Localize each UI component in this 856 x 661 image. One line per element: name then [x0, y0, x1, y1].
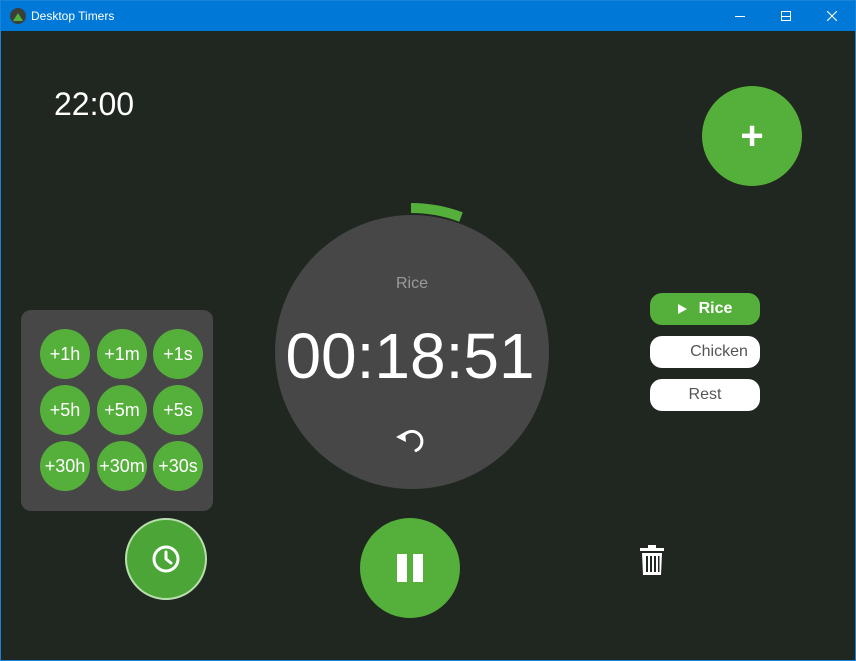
app-window: Desktop Timers 22:00 + Rice 00:18:51 +1h… [0, 0, 856, 661]
add-5h-button[interactable]: +5h [40, 385, 90, 435]
timer-name: Rice [395, 275, 428, 292]
add-5m-button[interactable]: +5m [97, 385, 147, 435]
add-1h-button[interactable]: +1h [40, 329, 90, 379]
add-1s-button[interactable]: +1s [153, 329, 203, 379]
timer-remaining: 00:18:51 [285, 320, 535, 392]
add-1m-button[interactable]: +1m [97, 329, 147, 379]
alarm-button[interactable] [125, 518, 207, 600]
window-title: Desktop Timers [31, 9, 115, 23]
maximize-button[interactable] [763, 1, 809, 31]
add-30h-button[interactable]: +30h [40, 441, 90, 491]
timer-tab-chicken[interactable]: Chicken [650, 336, 760, 368]
app-icon [10, 8, 26, 24]
timer-tab-rest[interactable]: Rest [650, 379, 760, 411]
current-time: 22:00 [54, 86, 135, 122]
timer-tab-rice[interactable]: Rice [650, 293, 760, 325]
timer-tab-label: Chicken [690, 343, 748, 360]
close-button[interactable] [809, 1, 855, 31]
clock-icon [152, 545, 180, 573]
add-timer-button[interactable]: + [702, 86, 802, 186]
minimize-icon [735, 16, 745, 17]
play-icon [677, 304, 687, 314]
delete-timer-button[interactable] [639, 545, 665, 577]
timer-tab-label: Rice [698, 300, 733, 317]
pause-button[interactable] [360, 518, 460, 618]
reset-icon [396, 429, 424, 452]
minimize-button-hit[interactable] [717, 1, 763, 31]
timer-dial: Rice 00:18:51 [267, 196, 557, 496]
trash-icon [640, 545, 664, 575]
increment-panel: +1h +1m +1s +5h +5m +5s +30h +30m +30s [21, 310, 213, 511]
add-30m-button[interactable]: +30m [97, 441, 147, 491]
title-bar[interactable]: Desktop Timers [1, 1, 855, 31]
close-icon [827, 11, 837, 21]
plus-icon: + [740, 114, 764, 158]
add-5s-button[interactable]: +5s [153, 385, 203, 435]
pause-icon [397, 554, 423, 582]
reset-button[interactable] [394, 426, 426, 458]
maximize-icon [781, 11, 791, 21]
add-30s-button[interactable]: +30s [153, 441, 203, 491]
timer-tab-label: Rest [688, 386, 722, 403]
